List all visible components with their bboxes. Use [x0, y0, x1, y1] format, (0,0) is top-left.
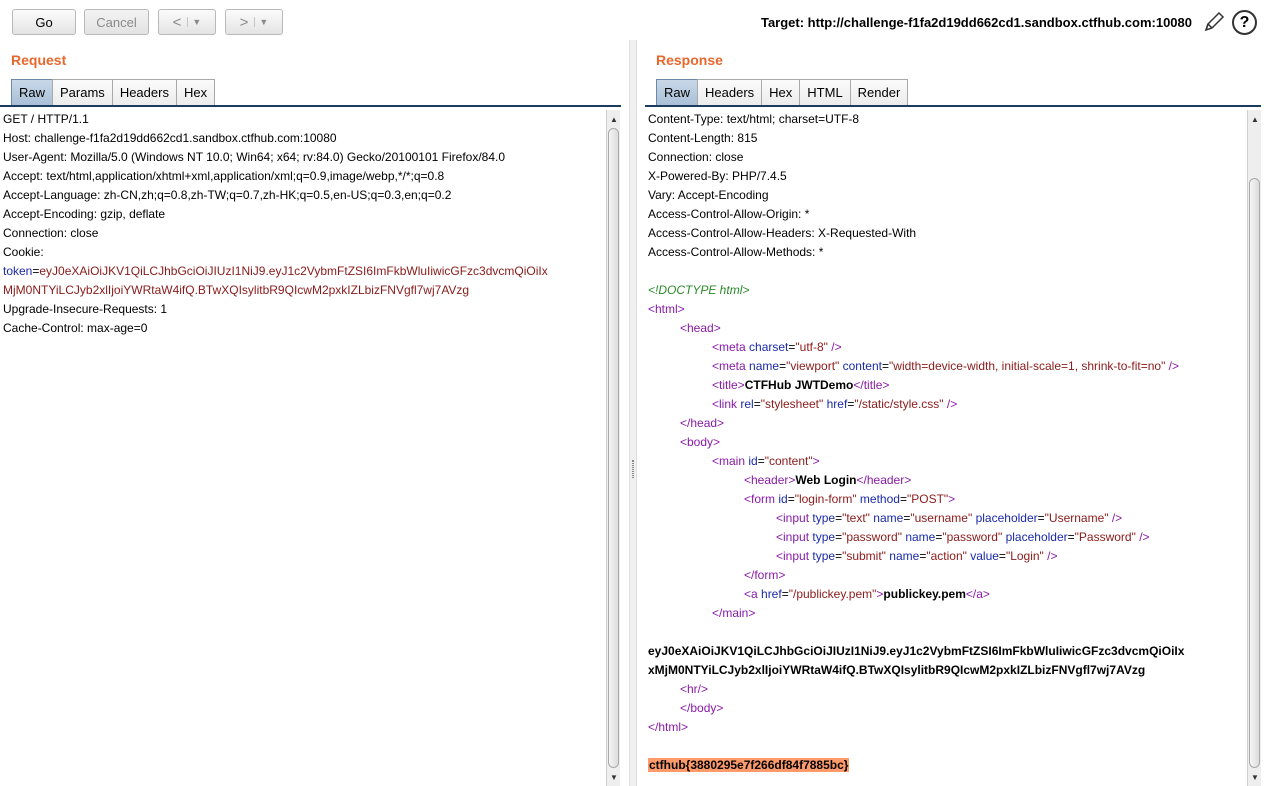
- response-header-line: Vary: Accept-Encoding: [648, 188, 769, 202]
- scroll-up-icon[interactable]: ▲: [607, 112, 621, 126]
- publickey-link-text: publickey.pem: [883, 587, 966, 601]
- page-title-text: CTFHub JWTDemo: [744, 378, 854, 392]
- flag-line: ctfhub{3880295e7f266df84f7885bc}: [645, 756, 1247, 775]
- response-header-line: Content-Length: 815: [648, 131, 758, 145]
- request-line: User-Agent: Mozilla/5.0 (Windows NT 10.0…: [3, 150, 506, 164]
- request-tab-params[interactable]: Params: [52, 79, 113, 105]
- response-header-line: X-Powered-By: PHP/7.4.5: [648, 169, 787, 183]
- target-url: Target: http://challenge-f1fa2d19dd662cd…: [760, 15, 1192, 30]
- response-header-line: Access-Control-Allow-Headers: X-Requeste…: [648, 226, 917, 240]
- response-tab-raw[interactable]: Raw: [656, 79, 699, 105]
- token-output-line: eyJ0eXAiOiJKV1QiLCJhbGciOiJIUzI1NiJ9.eyJ…: [648, 644, 1185, 658]
- main-close-tag: </main>: [712, 606, 756, 620]
- toolbar: Go Cancel < ▼ > ▼ Target: http://challen…: [0, 0, 1265, 40]
- token-output-line-continued: xMjM0NTYiLCJyb2xlIjoiYWRtaW4ifQ.BTwXQIsy…: [648, 663, 1146, 677]
- request-tabs: Raw Params Headers Hex: [11, 79, 216, 105]
- html-open-tag: <html>: [648, 302, 685, 316]
- back-arrow-icon: <: [172, 13, 182, 31]
- request-scrollbar[interactable]: ▲ ▼: [606, 110, 620, 786]
- meta-charset-line: <meta charset="utf-8" />: [712, 340, 842, 354]
- hr-tag: <hr/>: [680, 682, 709, 696]
- request-title: Request: [11, 52, 67, 68]
- back-button[interactable]: < ▼: [158, 9, 216, 35]
- response-tab-headers[interactable]: Headers: [697, 79, 763, 105]
- request-line: Upgrade-Insecure-Requests: 1: [3, 302, 168, 316]
- response-scroll-thumb[interactable]: [1249, 178, 1260, 768]
- header-text: Web Login: [795, 473, 857, 487]
- response-tab-underline: [645, 105, 1261, 107]
- input-submit-line: <input type="submit" name="action" value…: [776, 549, 1058, 563]
- response-header-line: Access-Control-Allow-Origin: *: [648, 207, 810, 221]
- forward-button[interactable]: > ▼: [225, 9, 283, 35]
- response-tab-html[interactable]: HTML: [799, 79, 851, 105]
- pane-divider[interactable]: [629, 40, 637, 786]
- response-header-line: Connection: close: [648, 150, 744, 164]
- input-password-line: <input type="password" name="password" p…: [776, 530, 1150, 544]
- form-open-tag: <form id="login-form" method="POST">: [744, 492, 956, 506]
- body-close-tag: </body>: [680, 701, 724, 715]
- meta-viewport-line: <meta name="viewport" content="width=dev…: [712, 359, 1180, 373]
- response-tab-render[interactable]: Render: [849, 79, 909, 105]
- cookie-line: token=eyJ0eXAiOiJKV1QiLCJhbGciOiJIUzI1Ni…: [0, 262, 606, 281]
- divider-grip-icon[interactable]: [632, 460, 634, 478]
- response-header-line: Access-Control-Allow-Methods: *: [648, 245, 824, 259]
- request-line: GET / HTTP/1.1: [3, 112, 89, 126]
- html-close-tag: </html>: [648, 720, 689, 734]
- flag-highlight: ctfhub{3880295e7f266df84f7885bc}: [648, 758, 850, 772]
- form-close-tag: </form>: [744, 568, 786, 582]
- request-tab-headers[interactable]: Headers: [111, 79, 177, 105]
- pencil-icon[interactable]: [1203, 11, 1225, 33]
- main-open-tag: <main id="content">: [712, 454, 820, 468]
- request-line: Cookie:: [3, 245, 44, 259]
- response-tabs: Raw Headers Hex HTML Render: [656, 79, 909, 105]
- cookie-name: token: [3, 264, 33, 278]
- request-tab-hex[interactable]: Hex: [175, 79, 216, 105]
- response-title: Response: [656, 52, 723, 68]
- forward-dropdown-icon[interactable]: ▼: [254, 17, 268, 27]
- response-header-line: Content-Type: text/html; charset=UTF-8: [648, 112, 860, 126]
- go-button[interactable]: Go: [12, 9, 76, 35]
- response-scrollbar[interactable]: ▲ ▼: [1247, 110, 1261, 786]
- header-line: <header>Web Login</header>: [744, 473, 912, 487]
- scroll-down-icon[interactable]: ▼: [607, 770, 621, 784]
- cookie-value: eyJ0eXAiOiJKV1QiLCJhbGciOiJIUzI1NiJ9.eyJ…: [39, 264, 548, 278]
- cookie-value-continued: MjM0NTYiLCJyb2xlIjoiYWRtaW4ifQ.BTwXQIsyl…: [3, 283, 470, 297]
- doctype-line: <!DOCTYPE html>: [648, 283, 750, 297]
- head-close-tag: </head>: [680, 416, 725, 430]
- title-line: <title>CTFHub JWTDemo</title>: [712, 378, 890, 392]
- request-editor[interactable]: GET / HTTP/1.1 Host: challenge-f1fa2d19d…: [0, 110, 606, 786]
- head-open-tag: <head>: [680, 321, 721, 335]
- request-line: Connection: close: [3, 226, 99, 240]
- request-line: Accept: text/html,application/xhtml+xml,…: [3, 169, 445, 183]
- link-stylesheet-line: <link rel="stylesheet" href="/static/sty…: [712, 397, 958, 411]
- request-scroll-thumb[interactable]: [608, 128, 619, 768]
- request-line: Accept-Encoding: gzip, deflate: [3, 207, 166, 221]
- anchor-line: <a href="/publickey.pem">publickey.pem</…: [744, 587, 990, 601]
- request-tab-raw[interactable]: Raw: [11, 79, 54, 105]
- request-tab-underline: [0, 105, 621, 107]
- request-line: Accept-Language: zh-CN,zh;q=0.8,zh-TW;q=…: [3, 188, 452, 202]
- cancel-button[interactable]: Cancel: [84, 9, 149, 35]
- back-dropdown-icon[interactable]: ▼: [187, 17, 201, 27]
- help-icon[interactable]: ?: [1232, 10, 1257, 35]
- response-tab-hex[interactable]: Hex: [761, 79, 801, 105]
- scroll-up-icon[interactable]: ▲: [1248, 112, 1262, 126]
- scroll-down-icon[interactable]: ▼: [1248, 770, 1262, 784]
- body-open-tag: <body>: [680, 435, 721, 449]
- response-editor[interactable]: Content-Type: text/html; charset=UTF-8 C…: [645, 110, 1247, 786]
- request-line: Cache-Control: max-age=0: [3, 321, 148, 335]
- forward-arrow-icon: >: [239, 13, 249, 31]
- input-username-line: <input type="text" name="username" place…: [776, 511, 1123, 525]
- request-line: Host: challenge-f1fa2d19dd662cd1.sandbox…: [3, 131, 337, 145]
